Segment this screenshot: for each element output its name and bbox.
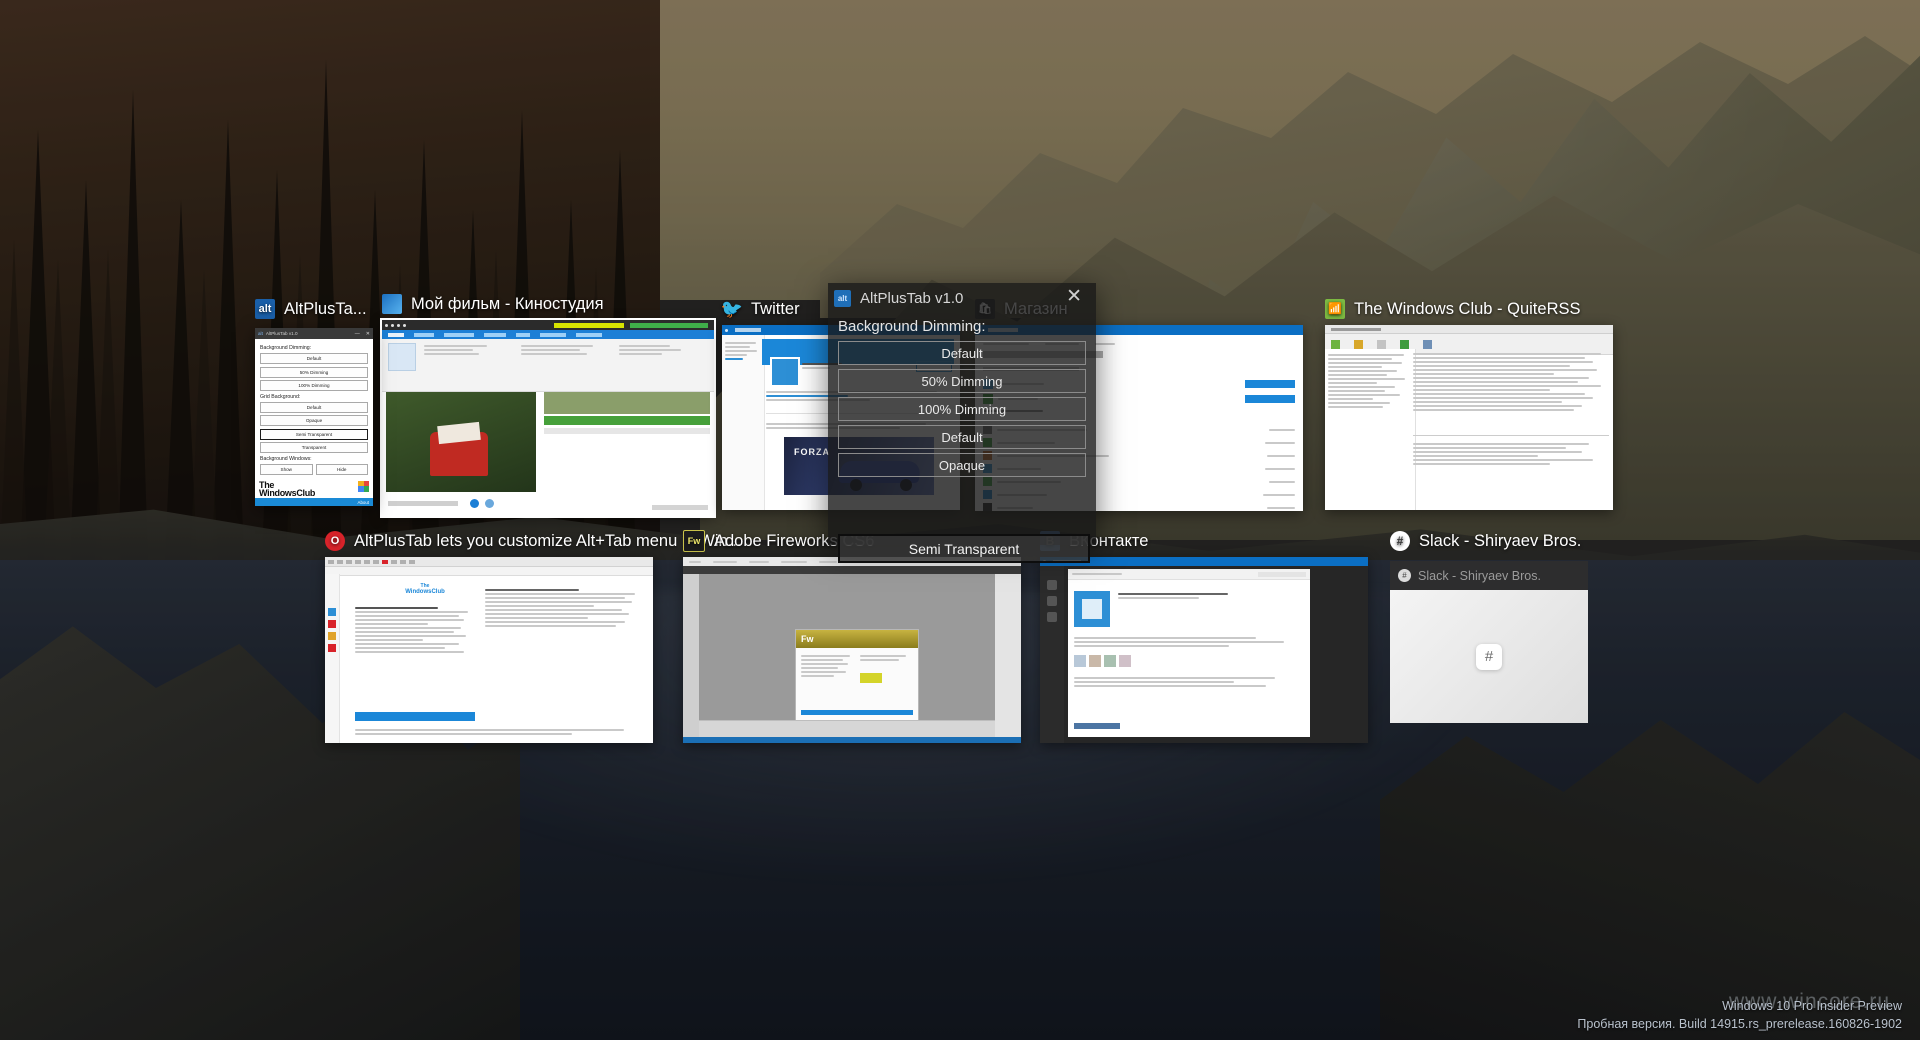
altplustab-titlebar-icon: alt bbox=[258, 331, 263, 336]
grid-option-default[interactable]: Default bbox=[260, 401, 368, 413]
slack-window-title: Slack - Shiryaev Bros. bbox=[1418, 568, 1541, 583]
altplustab-titlebar[interactable]: alt AltPlusTab v1.0 — ✕ bbox=[255, 328, 373, 339]
close-icon[interactable]: ✕ bbox=[1058, 287, 1090, 309]
task-title-label: Slack - Shiryaev Bros. bbox=[1419, 531, 1582, 550]
windows-build-watermark: Windows 10 Pro Insider Preview Пробная в… bbox=[1577, 997, 1902, 1035]
task-thumbnail[interactable]: # Slack - Shiryaev Bros. # bbox=[1390, 561, 1588, 723]
alt-tab-item-slack[interactable]: # Slack - Shiryaev Bros. # Slack - Shiry… bbox=[1390, 527, 1670, 723]
quiterss-icon: 📶 bbox=[1325, 299, 1345, 319]
task-thumbnail[interactable] bbox=[1040, 557, 1368, 743]
dimming-option-default[interactable]: Default bbox=[260, 353, 368, 364]
grid-background-label: Grid Background: bbox=[260, 393, 301, 400]
overlay-option-default-grid[interactable]: Default bbox=[838, 425, 1086, 449]
overlay-option-semi-transparent[interactable]: Semi Transparent bbox=[838, 534, 1090, 563]
alt-tab-item-opera-article[interactable]: O AltPlusTab lets you customize Alt+Tab … bbox=[325, 527, 741, 743]
minimize-button[interactable]: — bbox=[355, 331, 360, 337]
task-thumbnail[interactable]: The WindowsClub bbox=[325, 557, 653, 743]
alt-tab-item-quiterss[interactable]: 📶 The Windows Club - QuiteRSS bbox=[1325, 295, 1615, 510]
task-title: Мой фильм - Киностудия bbox=[382, 290, 716, 318]
windows-club-logo-icon bbox=[358, 480, 369, 492]
background-windows-hide[interactable]: Hide bbox=[315, 463, 368, 475]
dimming-option-100[interactable]: 100% Dimming bbox=[260, 380, 368, 391]
altplustab-titlebar-label: AltPlusTab v1.0 bbox=[265, 331, 298, 336]
brand-line-2: WindowsClub bbox=[259, 487, 316, 498]
watermark-line-1: Windows 10 Pro Insider Preview bbox=[1722, 998, 1902, 1013]
altplustab-overlay-dialog[interactable]: alt AltPlusTab v1.0 ✕ Background Dimming… bbox=[828, 283, 1096, 563]
task-title: O AltPlusTab lets you customize Alt+Tab … bbox=[325, 527, 741, 555]
opera-icon: O bbox=[325, 531, 345, 551]
overlay-option-default-dimming[interactable]: Default bbox=[838, 341, 1086, 365]
alt-tab-item-movie-maker[interactable]: Мой фильм - Киностудия bbox=[380, 290, 716, 518]
fireworks-icon: Fw bbox=[683, 530, 705, 552]
about-button[interactable]: About bbox=[255, 498, 373, 507]
overlay-option-50-dimming[interactable]: 50% Dimming bbox=[838, 369, 1086, 393]
task-title-label: Twitter bbox=[751, 299, 800, 318]
task-thumbnail[interactable] bbox=[380, 318, 716, 518]
windows-club-brand: The WindowsClub bbox=[255, 478, 373, 499]
task-title: 📶 The Windows Club - QuiteRSS bbox=[1325, 295, 1615, 323]
close-button[interactable]: ✕ bbox=[366, 331, 370, 337]
grid-option-semi-transparent[interactable]: Semi Transparent bbox=[260, 428, 368, 440]
grid-option-transparent[interactable]: Transparent bbox=[260, 442, 368, 453]
task-thumbnail[interactable]: Fw bbox=[683, 557, 1021, 743]
background-windows-show[interactable]: Show bbox=[260, 463, 313, 475]
task-title-label: Мой фильм - Киностудия bbox=[411, 294, 604, 313]
altplustab-icon: alt bbox=[255, 299, 275, 319]
task-title: # Slack - Shiryaev Bros. bbox=[1390, 527, 1670, 555]
slack-icon: # bbox=[1390, 531, 1410, 551]
movie-maker-icon bbox=[382, 294, 402, 314]
slack-placeholder-icon: # bbox=[1476, 643, 1502, 670]
dimming-option-50[interactable]: 50% Dimming bbox=[260, 366, 368, 378]
task-title: alt AltPlusTa... bbox=[255, 295, 373, 323]
task-title-label: The Windows Club - QuiteRSS bbox=[1354, 299, 1581, 318]
altplustab-settings-window[interactable]: alt AltPlusTab v1.0 — ✕ Background Dimmi… bbox=[255, 328, 373, 507]
twitter-icon: 🐦 bbox=[720, 299, 744, 319]
overlay-option-100-dimming[interactable]: 100% Dimming bbox=[838, 397, 1086, 421]
task-title-label: AltPlusTa... bbox=[284, 299, 367, 318]
dimming-label: Background Dimming: bbox=[260, 345, 312, 351]
overlay-option-opaque[interactable]: Opaque bbox=[838, 453, 1086, 477]
grid-option-opaque[interactable]: Opaque bbox=[260, 415, 368, 426]
overlay-dimming-label: Background Dimming: bbox=[838, 318, 986, 335]
watermark-line-2: Пробная версия. Build 14915.rs_prereleas… bbox=[1577, 1017, 1902, 1032]
overlay-title-label: AltPlusTab v1.0 bbox=[860, 289, 964, 307]
task-thumbnail[interactable] bbox=[1325, 325, 1613, 510]
alt-tab-item-altplustab-settings[interactable]: alt AltPlusTa... bbox=[255, 295, 373, 323]
background-windows-label: Background Windows: bbox=[260, 455, 312, 462]
overlay-titlebar: alt AltPlusTab v1.0 ✕ bbox=[828, 283, 1096, 313]
altplustab-overlay-icon: alt bbox=[834, 289, 851, 307]
slack-window-icon: # bbox=[1398, 569, 1411, 582]
